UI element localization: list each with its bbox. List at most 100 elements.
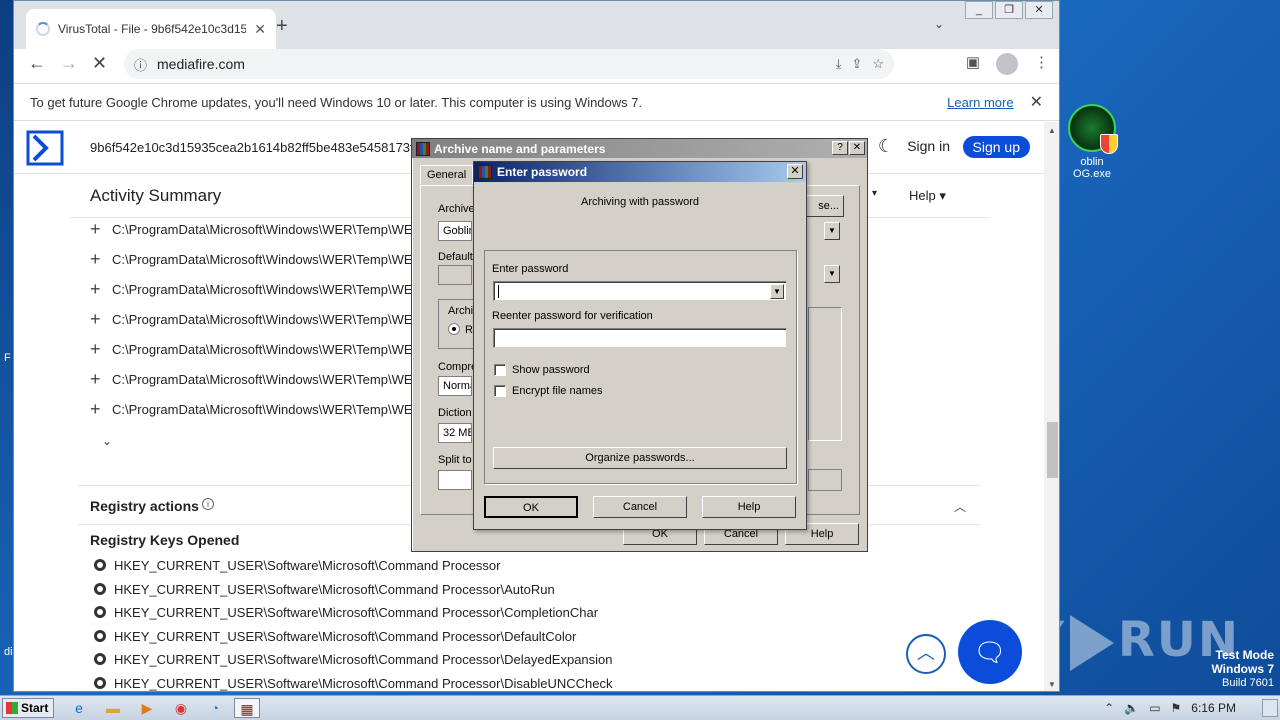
install-icon[interactable]: ⤓ bbox=[836, 56, 842, 72]
address-bar[interactable]: ⓘ mediafire.com ⤓ ⇪ ☆ bbox=[124, 49, 894, 79]
cancel-button[interactable]: Cancel bbox=[593, 496, 687, 518]
list-item[interactable]: + C:\ProgramData\Microsoft\Windows\WER\Te… bbox=[90, 214, 413, 244]
table-row: HKEY_CURRENT_USER\Software\Microsoft\Com… bbox=[94, 578, 555, 600]
registry-key: HKEY_CURRENT_USER\Software\Microsoft\Com… bbox=[114, 581, 555, 597]
explorer-folder-icon[interactable]: ▬ bbox=[100, 698, 126, 718]
profiles-button[interactable] bbox=[438, 265, 472, 285]
chevron-down-icon[interactable]: ⌄ bbox=[102, 434, 112, 448]
list-item[interactable]: + C:\ProgramData\Microsoft\Windows\WER\Te… bbox=[90, 304, 413, 334]
menu-kebab-icon[interactable]: ⋮ bbox=[1034, 53, 1049, 75]
scroll-up-arrow-icon[interactable]: ▲ bbox=[1048, 126, 1056, 135]
chrome-icon[interactable]: ◉ bbox=[168, 698, 194, 718]
minimize-button[interactable]: _ bbox=[965, 1, 993, 19]
network-icon[interactable]: ▭ bbox=[1149, 701, 1160, 715]
archive-dialog-title: Archive name and parameters bbox=[434, 141, 606, 156]
action-center-flag-icon[interactable]: ⚑ bbox=[1171, 701, 1182, 715]
help-menu[interactable]: Help ▾ bbox=[909, 188, 946, 204]
checkbox[interactable] bbox=[494, 385, 506, 397]
media-player-icon[interactable]: ▶ bbox=[134, 698, 160, 718]
profile-avatar[interactable] bbox=[996, 53, 1018, 75]
ok-button[interactable]: OK bbox=[484, 496, 578, 518]
new-tab-button[interactable]: + bbox=[276, 15, 288, 38]
encrypt-file-names-checkbox[interactable]: Encrypt file names bbox=[494, 385, 602, 397]
uac-shield-icon bbox=[1100, 134, 1118, 154]
password-dialog: Enter password ✕ Archiving with password… bbox=[473, 161, 807, 530]
sign-up-button[interactable]: Sign up bbox=[962, 136, 1030, 158]
organize-passwords-button[interactable]: Organize passwords... bbox=[493, 447, 787, 469]
edge-icon[interactable]: ◔ bbox=[202, 698, 228, 718]
radio-label: R bbox=[465, 324, 473, 336]
list-item[interactable]: + C:\ProgramData\Microsoft\Windows\WER\Te… bbox=[90, 244, 413, 274]
tab-general[interactable]: General bbox=[420, 165, 474, 184]
archive-name-field[interactable]: Goblin bbox=[438, 221, 472, 241]
winrar-taskbar-icon[interactable]: ▦ bbox=[234, 698, 260, 718]
learn-more-link[interactable]: Learn more bbox=[947, 95, 1013, 110]
registry-key: HKEY_CURRENT_USER\Software\Microsoft\Com… bbox=[114, 651, 613, 667]
close-window-button[interactable]: ✕ bbox=[1025, 1, 1053, 19]
chevron-down-icon[interactable]: ▼ bbox=[824, 265, 840, 283]
info-icon[interactable]: i bbox=[202, 498, 214, 510]
expand-plus-icon[interactable]: + bbox=[90, 249, 104, 270]
expand-plus-icon[interactable]: + bbox=[90, 279, 104, 300]
close-icon[interactable]: ✕ bbox=[849, 141, 865, 155]
list-item[interactable]: + C:\ProgramData\Microsoft\Windows\WER\Te… bbox=[90, 394, 413, 424]
rar-format-radio[interactable] bbox=[448, 323, 460, 335]
bookmark-star-icon[interactable]: ☆ bbox=[872, 56, 884, 72]
expand-plus-icon[interactable]: + bbox=[90, 309, 104, 330]
expand-plus-icon[interactable]: + bbox=[90, 339, 104, 360]
tab-close-icon[interactable]: ✕ bbox=[254, 21, 266, 38]
chevron-up-icon[interactable]: ︿ bbox=[954, 498, 966, 515]
speaker-icon[interactable]: 🔈 bbox=[1124, 701, 1139, 715]
stop-loading-icon[interactable]: ✕ bbox=[92, 53, 107, 74]
ie-icon[interactable]: e bbox=[66, 698, 92, 718]
forward-arrow-icon[interactable]: → bbox=[60, 53, 78, 74]
windows-flag-icon bbox=[6, 702, 18, 714]
dropdown-caret-icon[interactable]: ▾ bbox=[872, 188, 877, 199]
tab-virustotal[interactable]: VirusTotal - File - 9b6f542e10c3d159 ✕ bbox=[26, 9, 276, 49]
reenter-password-input[interactable] bbox=[493, 328, 787, 348]
scroll-to-top-button[interactable]: ︿ bbox=[906, 634, 946, 674]
expand-plus-icon[interactable]: + bbox=[90, 399, 104, 420]
list-item[interactable]: + C:\ProgramData\Microsoft\Windows\WER\Te… bbox=[90, 274, 413, 304]
close-icon[interactable]: ✕ bbox=[787, 164, 803, 179]
set-password-button[interactable] bbox=[808, 469, 842, 491]
share-icon[interactable]: ⇪ bbox=[851, 56, 862, 72]
scroll-thumb[interactable] bbox=[1047, 422, 1058, 478]
start-button[interactable]: Start bbox=[2, 698, 54, 718]
file-path: C:\ProgramData\Microsoft\Windows\WER\Tem… bbox=[112, 371, 413, 387]
checkbox[interactable] bbox=[494, 364, 506, 376]
chevron-down-icon[interactable]: ▼ bbox=[770, 284, 784, 299]
scroll-down-arrow-icon[interactable]: ▼ bbox=[1048, 680, 1056, 689]
desktop-icon-goblin[interactable]: oblin OG.exe bbox=[1060, 104, 1124, 180]
reenter-password-label: Reenter password for verification bbox=[492, 310, 653, 322]
expand-plus-icon[interactable]: + bbox=[90, 219, 104, 240]
show-desktop-button[interactable] bbox=[1262, 699, 1278, 717]
tab-strip: VirusTotal - File - 9b6f542e10c3d159 ✕ +… bbox=[14, 1, 1059, 49]
show-password-checkbox[interactable]: Show password bbox=[494, 364, 590, 376]
compression-select[interactable]: Norma bbox=[438, 376, 472, 396]
tab-search-chevron-icon[interactable]: ⌄ bbox=[934, 17, 944, 31]
maximize-button[interactable]: ❐ bbox=[995, 1, 1023, 19]
back-arrow-icon[interactable]: ← bbox=[28, 53, 46, 74]
virustotal-logo-icon[interactable] bbox=[26, 130, 64, 166]
sign-in-link[interactable]: Sign in bbox=[907, 138, 950, 154]
info-icon[interactable]: ⓘ bbox=[134, 55, 147, 74]
chat-button[interactable]: 🗨 bbox=[958, 620, 1022, 684]
infobar-close-icon[interactable]: ✕ bbox=[1030, 92, 1043, 112]
chevron-down-icon[interactable]: ▼ bbox=[824, 222, 840, 240]
theme-moon-icon[interactable]: ☾ bbox=[878, 136, 894, 157]
side-panel-icon[interactable]: ▣ bbox=[966, 53, 980, 75]
tray-expand-icon[interactable]: ⌃ bbox=[1104, 701, 1114, 715]
help-button[interactable]: Help bbox=[702, 496, 796, 518]
list-item[interactable]: + C:\ProgramData\Microsoft\Windows\WER\Te… bbox=[90, 334, 413, 364]
split-volumes-field[interactable] bbox=[438, 470, 472, 490]
list-item[interactable]: + C:\ProgramData\Microsoft\Windows\WER\Te… bbox=[90, 364, 413, 394]
help-question-button[interactable]: ? bbox=[832, 141, 848, 155]
expand-plus-icon[interactable]: + bbox=[90, 369, 104, 390]
page-scrollbar[interactable]: ▲ ▼ bbox=[1044, 122, 1059, 691]
dictionary-select[interactable]: 32 MB bbox=[438, 423, 472, 443]
clock[interactable]: 6:16 PM bbox=[1191, 701, 1236, 715]
password-input[interactable]: ▼ bbox=[493, 281, 787, 301]
archive-name-label: Archive bbox=[438, 203, 475, 215]
registry-key: HKEY_CURRENT_USER\Software\Microsoft\Com… bbox=[114, 628, 577, 644]
